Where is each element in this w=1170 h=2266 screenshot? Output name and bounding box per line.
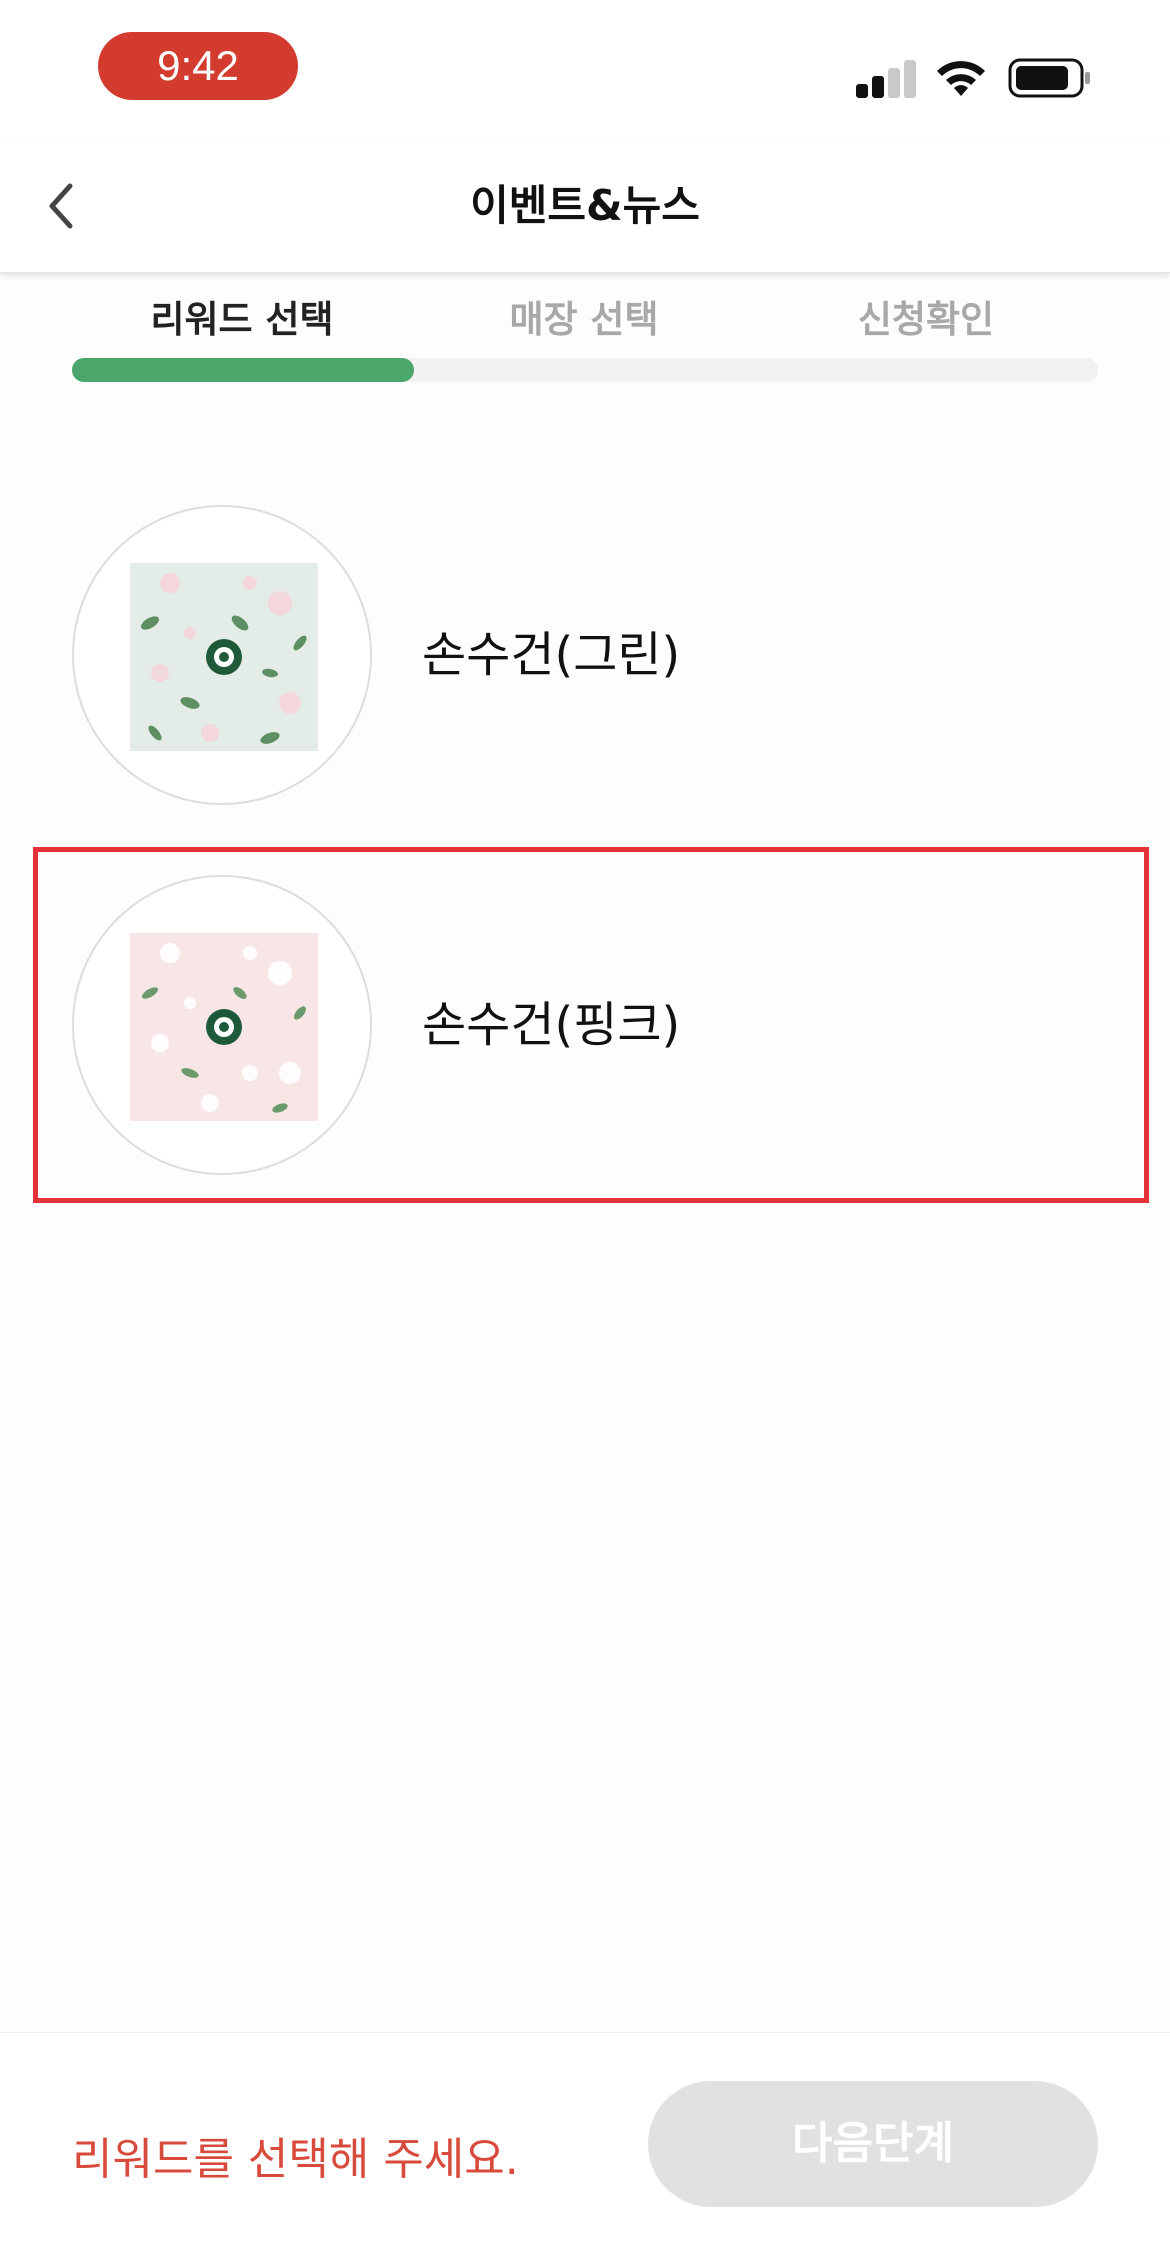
step-reward-select: 리워드 선택 [150,298,334,341]
handkerchief-pink-image [130,933,318,1121]
cellular-signal-icon [856,60,916,98]
back-button[interactable] [36,176,86,236]
chevron-left-icon [49,183,73,229]
handkerchief-green-image [130,563,318,751]
step-store-select: 매장 선택 [509,298,659,341]
reward-option-pink[interactable]: 손수건(핑크) [33,847,1149,1203]
reward-thumbnail [72,875,372,1175]
reward-label: 손수건(핑크) [422,997,681,1053]
page-title: 이벤트&뉴스 [470,181,700,230]
reward-label: 손수건(그린) [422,627,681,683]
bottom-action-bar: 리워드를 선택해 주세요. 다음단계 [0,2032,1170,2266]
app-screen: 9:42 이벤트&뉴스 리워드 선택 매장 선택 신청확인 손수건(그린) 손수… [0,0,1170,2266]
status-time: 9:42 [98,32,298,100]
battery-icon [1008,58,1090,98]
step-confirm: 신청확인 [857,298,995,341]
reward-thumbnail [72,505,372,805]
next-step-button[interactable]: 다음단계 [648,2081,1098,2207]
selection-hint: 리워드를 선택해 주세요. [72,2134,519,2185]
wifi-icon [937,61,985,96]
navigation-header: 이벤트&뉴스 [0,140,1170,273]
reward-option-green[interactable]: 손수건(그린) [36,480,1146,830]
step-progress-track [72,358,1098,382]
status-bar: 9:42 [0,0,1170,140]
step-progress-fill [72,358,414,382]
